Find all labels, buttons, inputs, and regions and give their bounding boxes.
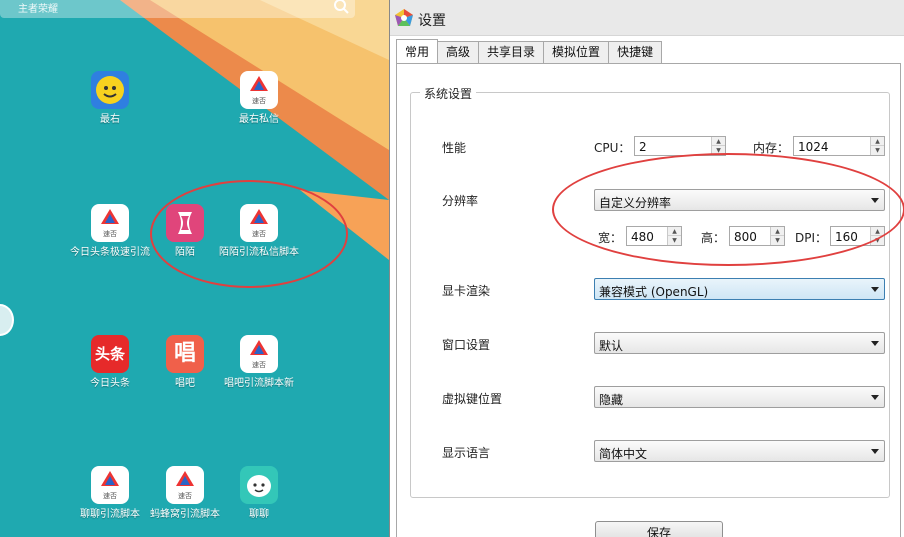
sujia-icon: 速否 [166,466,204,504]
tab-shortcuts[interactable]: 快捷键 [608,41,663,63]
zuiyou-icon [91,71,129,109]
app-label: 聊聊 [249,509,269,520]
gpu-label: 显卡渲染 [442,284,491,298]
search-bar[interactable]: 主者荣耀 [0,0,355,18]
group-title: 系统设置 [420,85,477,102]
virtual-keys-value: 隐藏 [599,393,624,407]
memory-spinbox[interactable]: 1024 ▲ ▼ [793,136,885,156]
language-value: 简体中文 [599,447,648,461]
spin-down-icon[interactable]: ▼ [871,146,884,155]
annotation-ellipse [150,180,348,288]
spin-up-icon[interactable]: ▲ [871,137,884,146]
app-logo-icon [395,9,413,26]
sujia-icon: 速否 [240,335,278,373]
app-zuiyou-dm[interactable]: 速否 最右私信 [204,71,314,126]
virtual-keys-select[interactable]: 隐藏 [594,386,885,408]
window-setting-select[interactable]: 默认 [594,332,885,354]
chevron-down-icon [871,395,879,400]
gpu-value: 兼容模式 (OpenGL) [599,285,709,299]
cpu-label: CPU： [594,141,631,155]
app-zuiyou[interactable]: 最右 [55,71,165,126]
toutiao-icon: 头条 [91,335,129,373]
changba-icon: 唱 [166,335,204,373]
window-setting-value: 默认 [599,339,624,353]
search-placeholder: 主者荣耀 [18,4,58,15]
tab-mock-location[interactable]: 模拟位置 [543,41,610,63]
window-setting-label: 窗口设置 [442,338,491,352]
memory-value: 1024 [798,140,829,154]
tab-general[interactable]: 常用 [396,39,439,63]
settings-window: 设置 常用 高级 共享目录 模拟位置 快捷键 系统设置 性能 CPU： 2 ▲ ▼… [389,0,904,537]
virtual-keys-label: 虚拟键位置 [442,392,503,406]
performance-label: 性能 [442,141,467,155]
tab-shared-folder[interactable]: 共享目录 [478,41,545,63]
app-liaoliao[interactable]: 聊聊 [204,466,314,521]
chevron-down-icon [871,287,879,292]
language-select[interactable]: 简体中文 [594,440,885,462]
language-label: 显示语言 [442,446,491,460]
liaoliao-icon [240,466,278,504]
chevron-down-icon [871,449,879,454]
gpu-select[interactable]: 兼容模式 (OpenGL) [594,278,885,300]
search-icon[interactable] [333,0,349,14]
save-button[interactable]: 保存 [595,521,723,537]
sujia-icon: 速否 [240,71,278,109]
spin-up-icon[interactable]: ▲ [712,137,725,146]
cpu-value: 2 [639,140,647,154]
app-changba-script[interactable]: 速否 唱吧引流脚本新 [204,335,314,390]
app-label: 最右私信 [239,114,279,125]
app-label: 最右 [100,114,120,125]
annotation-ellipse [552,153,904,266]
app-label: 唱吧引流脚本新 [224,378,294,389]
tab-bar: 常用 高级 共享目录 模拟位置 快捷键 [396,39,663,63]
window-title: 设置 [418,13,446,29]
tab-advanced[interactable]: 高级 [437,41,480,63]
android-home-screen: 主者荣耀 最右 速否 最右私信 速否 今日头条极速引流 陌陌 速否 陌陌引流私信… [0,0,389,537]
title-bar[interactable]: 设置 [390,0,904,36]
chevron-down-icon [871,341,879,346]
sujia-icon: 速否 [91,204,129,242]
sujia-icon: 速否 [91,466,129,504]
resolution-label: 分辨率 [442,194,479,208]
